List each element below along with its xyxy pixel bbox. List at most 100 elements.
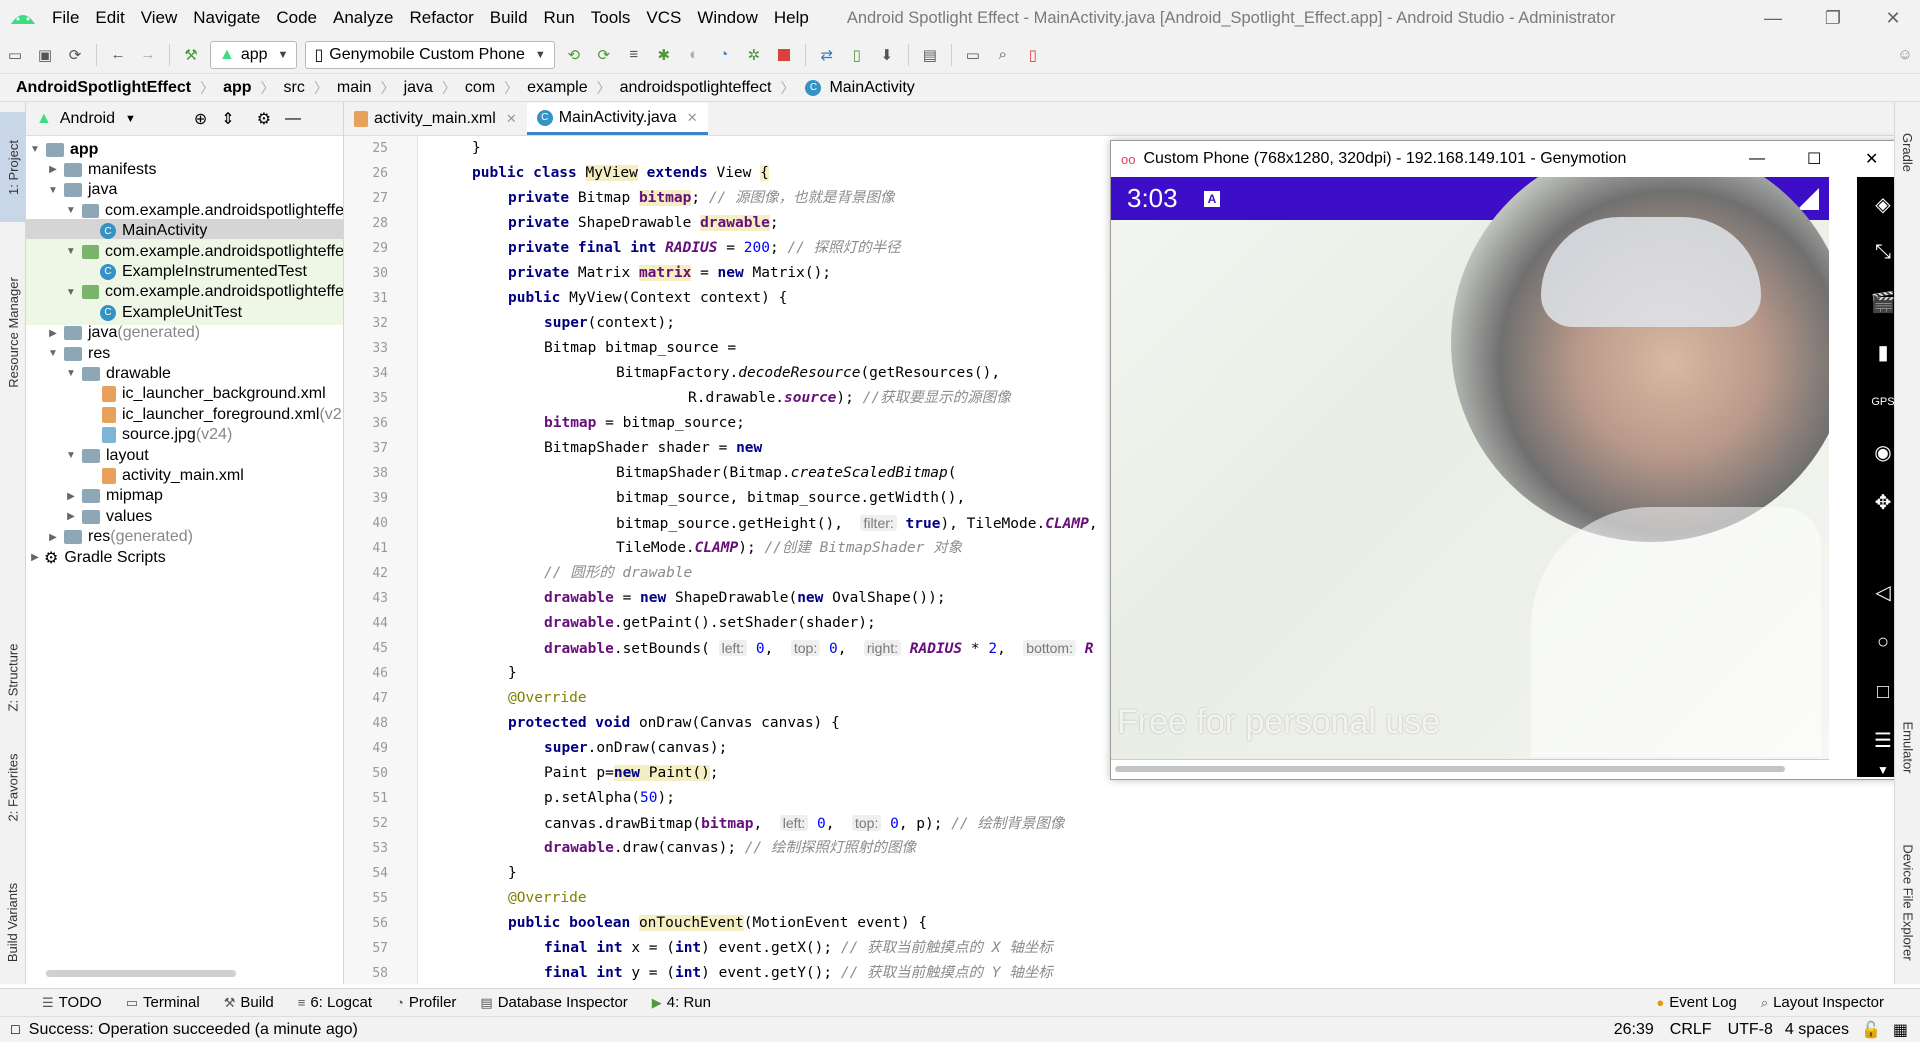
tab-build-variants[interactable]: Build Variants — [0, 862, 26, 982]
tab-database-inspector[interactable]: ▤ Database Inspector — [468, 994, 639, 1011]
close-tab-icon[interactable]: ✕ — [687, 110, 698, 126]
stop-icon[interactable] — [772, 43, 796, 67]
chevron-right-icon[interactable]: ▶ — [46, 532, 60, 543]
chevron-right-icon[interactable]: ▶ — [46, 328, 60, 339]
genymotion-window[interactable]: oo Custom Phone (768x1280, 320dpi) - 192… — [1110, 140, 1910, 780]
menu-help[interactable]: Help — [766, 8, 817, 28]
emulator-scrollbar[interactable] — [1111, 759, 1829, 779]
back-icon[interactable]: ← — [106, 43, 130, 67]
locate-icon[interactable]: ⊕ — [194, 109, 207, 129]
save-all-icon[interactable]: ▣ — [33, 43, 57, 67]
tab-emulator[interactable]: Emulator — [1895, 702, 1920, 792]
chevron-right-icon[interactable]: ▶ — [64, 511, 78, 522]
run-list-icon[interactable]: ≡ — [622, 43, 646, 67]
lock-icon[interactable]: 🔓 — [1861, 1020, 1881, 1040]
chevron-down-icon[interactable]: ▼ — [64, 368, 78, 379]
apply-changes-icon[interactable]: ⟲ — [562, 43, 586, 67]
status-message[interactable]: Success: Operation succeeded (a minute a… — [29, 1021, 358, 1039]
tab-profiler[interactable]: ◔ Profiler — [384, 994, 468, 1011]
sync-icon[interactable]: ⟳ — [63, 43, 87, 67]
chevron-right-icon[interactable]: ▶ — [64, 491, 78, 502]
menu-navigate[interactable]: Navigate — [185, 8, 268, 28]
line-separator[interactable]: CRLF — [1670, 1021, 1712, 1039]
forward-icon[interactable]: → — [136, 43, 160, 67]
status-icon[interactable]: ☐ — [10, 1023, 21, 1037]
phone-screen[interactable]: 3:03 A Free for personal use — [1111, 177, 1829, 759]
chevron-down-icon[interactable]: ▼ — [64, 450, 78, 461]
project-structure-icon[interactable]: ▤ — [918, 43, 942, 67]
breadcrumb-item[interactable]: MainActivity — [827, 79, 916, 97]
tab-logcat[interactable]: ≡ 6: Logcat — [286, 994, 384, 1011]
menu-run[interactable]: Run — [536, 8, 583, 28]
project-view-select[interactable]: Android — [60, 110, 115, 128]
terminal-icon[interactable]: ▭ — [961, 43, 985, 67]
collapse-all-icon[interactable]: ⇕ — [221, 109, 234, 129]
caret-position[interactable]: 26:39 — [1614, 1021, 1654, 1039]
menu-build[interactable]: Build — [482, 8, 536, 28]
chevron-right-icon[interactable]: ▶ — [28, 552, 42, 563]
menu-vcs[interactable]: VCS — [638, 8, 689, 28]
hide-panel-icon[interactable]: — — [285, 110, 301, 128]
tab-todo[interactable]: ☰ TODO — [30, 994, 114, 1011]
indent-setting[interactable]: 4 spaces — [1785, 1021, 1849, 1039]
sdk-manager-icon[interactable]: ⬇ — [875, 43, 899, 67]
apply-code-changes-icon[interactable]: ⟳ — [592, 43, 616, 67]
tab-terminal[interactable]: ▭ Terminal — [114, 994, 212, 1011]
breadcrumb-item[interactable]: AndroidSpotlightEffect — [14, 79, 193, 97]
tab-resource-manager[interactable]: Resource Manager — [0, 252, 26, 412]
tab-main-activity-java[interactable]: C MainActivity.java ✕ — [526, 103, 708, 135]
breadcrumb-item[interactable]: main — [335, 79, 374, 97]
breadcrumb-item[interactable]: app — [221, 79, 253, 97]
menu-view[interactable]: View — [133, 8, 186, 28]
tab-event-log[interactable]: ● Event Log — [1644, 994, 1748, 1011]
breadcrumb-item[interactable]: example — [525, 79, 589, 97]
tab-gradle[interactable]: Gradle — [1895, 112, 1920, 192]
breadcrumb-item[interactable]: src — [282, 79, 307, 97]
chevron-down-icon[interactable]: ▼ — [64, 205, 78, 216]
menu-code[interactable]: Code — [268, 8, 325, 28]
close-tab-icon[interactable]: ✕ — [506, 111, 517, 127]
chevron-down-icon[interactable]: ▼ — [46, 185, 60, 196]
chevron-down-icon[interactable]: ▼ — [28, 144, 42, 155]
tab-activity-main-xml[interactable]: activity_main.xml ✕ — [344, 103, 527, 135]
minimize-button[interactable]: — — [1750, 0, 1796, 36]
gear-icon[interactable]: ⚙ — [257, 109, 271, 129]
menu-edit[interactable]: Edit — [87, 8, 132, 28]
open-folder-icon[interactable]: ▭ — [3, 43, 27, 67]
breadcrumb-item[interactable]: androidspotlighteffect — [618, 79, 774, 97]
debug-icon[interactable]: ✱ — [652, 43, 676, 67]
tab-structure[interactable]: Z: Structure — [0, 622, 26, 732]
device-manager-icon[interactable]: ▯ — [1021, 43, 1045, 67]
chevron-right-icon[interactable]: ▶ — [46, 164, 60, 175]
tab-layout-inspector[interactable]: ⌕ Layout Inspector — [1749, 994, 1896, 1011]
close-button[interactable]: ✕ — [1865, 149, 1878, 169]
menu-tools[interactable]: Tools — [583, 8, 639, 28]
attach-debugger-icon[interactable]: ✲ — [742, 43, 766, 67]
maximize-button[interactable]: ☐ — [1807, 149, 1821, 169]
chevron-down-icon[interactable]: ▼ — [64, 246, 78, 257]
device-select[interactable]: ▯ Genymobile Custom Phone ▼ — [305, 40, 555, 69]
menu-refactor[interactable]: Refactor — [401, 8, 481, 28]
make-project-icon[interactable]: ⚒ — [179, 43, 203, 67]
file-encoding[interactable]: UTF-8 — [1728, 1021, 1773, 1039]
search-icon[interactable]: ⌕ — [991, 43, 1015, 67]
restore-button[interactable]: ❐ — [1810, 0, 1856, 36]
close-button[interactable]: ✕ — [1870, 0, 1916, 36]
breadcrumb-item[interactable]: java — [402, 79, 435, 97]
module-select[interactable]: ▲ app ▼ — [210, 40, 298, 69]
memory-icon[interactable]: ▦ — [1893, 1020, 1908, 1040]
project-scrollbar[interactable] — [46, 970, 236, 977]
tree-item[interactable]: ▶ ⚙ Gradle Scripts — [26, 545, 343, 570]
user-icon[interactable]: ☺ — [1893, 43, 1917, 67]
profile-icon[interactable]: ◔ — [712, 43, 736, 67]
tab-project[interactable]: 1: Project — [0, 112, 26, 222]
breadcrumb-item[interactable]: com — [463, 79, 497, 97]
avd-manager-icon[interactable]: ▯ — [845, 43, 869, 67]
chevron-down-icon[interactable]: ▼ — [64, 287, 78, 298]
gradle-sync-icon[interactable]: ⇄ — [815, 43, 839, 67]
menu-analyze[interactable]: Analyze — [325, 8, 401, 28]
tab-run[interactable]: ▶ 4: Run — [640, 994, 723, 1011]
menu-file[interactable]: File — [44, 8, 87, 28]
chevron-down-icon[interactable]: ▼ — [46, 348, 60, 359]
tab-device-file-explorer[interactable]: Device File Explorer — [1895, 822, 1920, 982]
